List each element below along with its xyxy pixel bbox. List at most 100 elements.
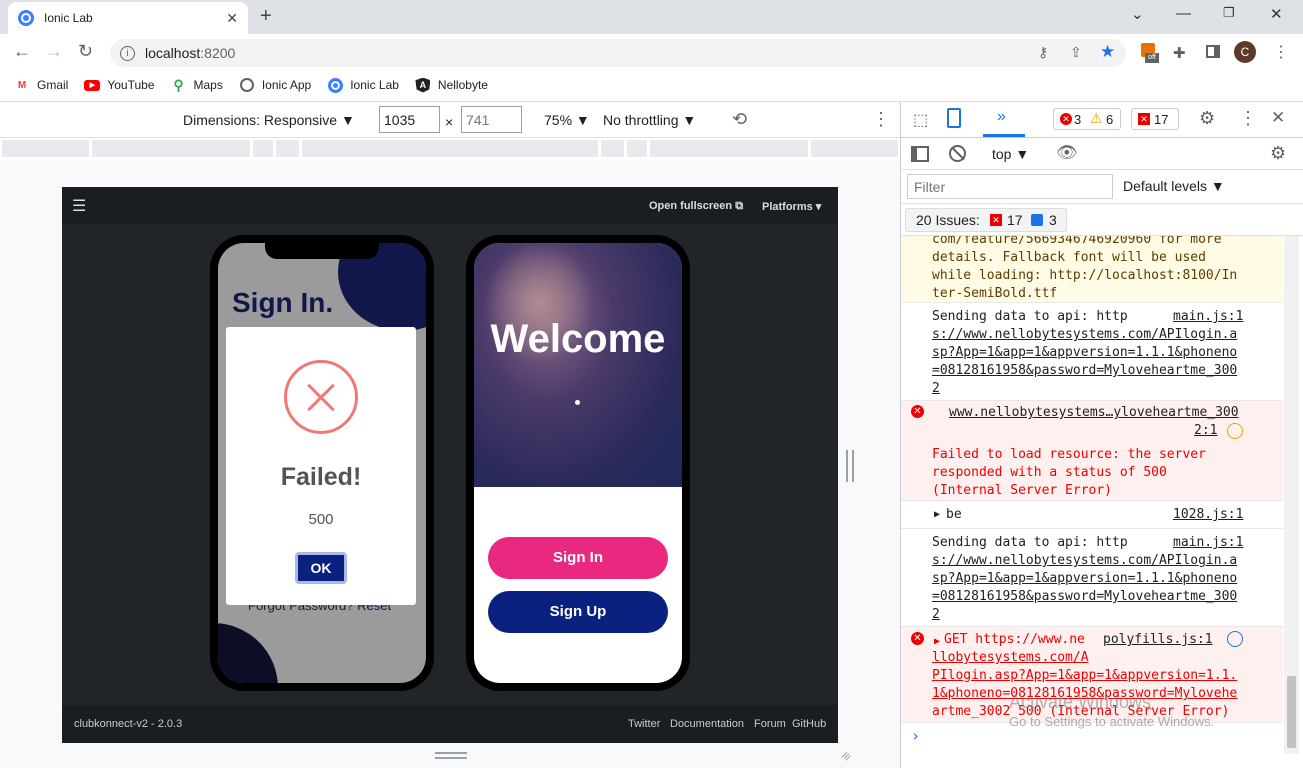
message-line[interactable]: s://www.nellobytesystems.com/APIlogin.a (932, 326, 1237, 344)
message-line[interactable]: sp?App=1&app=1&appversion=1.1.1&phoneno (932, 570, 1237, 588)
issues-label: 20 Issues: (916, 212, 980, 228)
forward-icon[interactable]: → (45, 41, 63, 62)
footer-link-github[interactable]: GitHub (792, 718, 826, 730)
share-icon[interactable]: ⇪ (1070, 44, 1082, 61)
console-scrollbar[interactable] (1284, 236, 1299, 754)
message-line[interactable]: sp?App=1&app=1&appversion=1.1.1&phoneno (932, 344, 1237, 362)
log-levels-select[interactable]: Default levels ▼ (1123, 178, 1225, 194)
ruler-segment[interactable] (92, 140, 250, 157)
address-bar[interactable]: i localhost:8200 ⚷ ⇪ ★ (110, 39, 1126, 67)
ruler-segment[interactable] (2, 140, 89, 157)
resize-handle-bottom[interactable] (435, 752, 467, 759)
ruler-segment[interactable] (627, 140, 647, 157)
filter-input[interactable] (907, 174, 1113, 199)
throttling-select[interactable]: No throttling ▼ (603, 112, 696, 128)
menu-kebab-icon[interactable]: ⋮ (1273, 42, 1289, 62)
close-tab-icon[interactable]: ✕ (226, 10, 238, 27)
message-line[interactable]: GET https://www.ne (944, 631, 1085, 649)
issues-badge[interactable]: ✕ 17 (1131, 108, 1179, 130)
tab-search-icon[interactable]: ⌄ (1131, 5, 1144, 23)
url-host: localhost (145, 45, 201, 61)
message-source-link[interactable]: 1028.js:1 (1173, 506, 1243, 524)
bookmark-gmail[interactable]: M Gmail (14, 77, 69, 93)
message-line[interactable]: 2:1 (1194, 422, 1217, 440)
reload-icon[interactable]: ↻ (78, 41, 93, 62)
dimensions-select[interactable]: Dimensions: Responsive ▼ (183, 112, 355, 128)
network-request-icon[interactable] (1227, 423, 1243, 439)
hamburger-icon[interactable]: ☰ (72, 196, 86, 216)
message-line[interactable]: =08128161958&password=Myloveheartme_300 (932, 362, 1237, 380)
context-select[interactable]: top ▼ (992, 146, 1029, 162)
issues-error-icon: ✕ (1138, 113, 1150, 125)
issues-button[interactable]: 20 Issues: ✕ 17 3 (905, 208, 1067, 232)
devtools-menu-icon[interactable]: ⋮ (1239, 108, 1257, 129)
media-query-ruler[interactable] (0, 138, 900, 160)
bookmark-youtube[interactable]: ▶ YouTube (84, 77, 155, 93)
sign-in-button[interactable]: Sign In (488, 537, 668, 579)
settings-gear-icon[interactable]: ⚙ (1199, 108, 1215, 129)
ruler-segment[interactable] (811, 140, 898, 157)
height-input[interactable] (461, 106, 522, 133)
network-request-icon[interactable] (1227, 631, 1243, 647)
message-line[interactable]: www.nellobytesystems…yloveheartme_300 (949, 404, 1239, 422)
minimize-icon[interactable]: — (1176, 5, 1191, 22)
more-tabs-icon[interactable]: » (997, 108, 1006, 126)
footer-link-forum[interactable]: Forum (754, 718, 786, 730)
bookmark-ionic-lab[interactable]: Ionic Lab (327, 77, 399, 93)
scrollbar-thumb[interactable] (1287, 676, 1296, 748)
new-tab-icon[interactable]: + (260, 5, 272, 28)
extension-icon[interactable]: off (1141, 43, 1159, 63)
bookmark-star-icon[interactable]: ★ (1100, 42, 1115, 62)
message-line[interactable]: =08128161958&password=Myloveheartme_300 (932, 588, 1237, 606)
bookmark-ionic-app[interactable]: Ionic App (239, 77, 311, 93)
zoom-select[interactable]: 75% ▼ (544, 112, 590, 128)
device-toolbar: Dimensions: Responsive ▼ × 75% ▼ No thro… (0, 102, 900, 138)
back-icon[interactable]: ← (13, 41, 31, 62)
message-source-link[interactable]: polyfills.js:1 (1103, 631, 1213, 649)
message-line[interactable]: s://www.nellobytesystems.com/APIlogin.a (932, 552, 1237, 570)
console-settings-icon[interactable]: ⚙ (1270, 143, 1286, 164)
expand-triangle-icon[interactable]: ▶ (934, 506, 940, 524)
sign-up-button[interactable]: Sign Up (488, 591, 668, 633)
console-message-log: ▶ be 1028.js:1 (901, 500, 1283, 528)
ok-button[interactable]: OK (295, 552, 347, 584)
console-counts-badge[interactable]: ✕ 3 ⚠ 6 (1053, 108, 1121, 130)
bookmark-nellobyte[interactable]: A Nellobyte (415, 77, 488, 93)
extensions-puzzle-icon[interactable]: ✚ (1173, 44, 1186, 62)
message-source-link[interactable]: main.js:1 (1173, 534, 1243, 552)
ruler-segment[interactable] (276, 140, 299, 157)
extension-badge: off (1145, 53, 1159, 63)
bookmark-maps[interactable]: ⚲ Maps (171, 77, 222, 93)
message-line[interactable]: 2 (932, 380, 940, 398)
sidebar-toggle-icon[interactable] (911, 146, 929, 162)
clear-console-icon[interactable] (949, 145, 966, 162)
device-options-icon[interactable]: ⋮ (872, 109, 890, 130)
inspect-element-icon[interactable]: ⬚ (913, 110, 928, 130)
ruler-segment[interactable] (650, 140, 808, 157)
key-icon[interactable]: ⚷ (1038, 44, 1048, 61)
restore-icon[interactable]: ❐ (1223, 5, 1235, 21)
message-line[interactable]: llobytesystems.com/A (932, 649, 1089, 667)
close-devtools-icon[interactable]: ✕ (1271, 108, 1285, 128)
open-fullscreen-link[interactable]: Open fullscreen ⧉ (649, 200, 743, 213)
footer-link-documentation[interactable]: Documentation (670, 718, 744, 730)
ruler-segment[interactable] (302, 140, 598, 157)
platforms-dropdown[interactable]: Platforms ▾ (762, 200, 821, 213)
close-window-icon[interactable]: ✕ (1270, 5, 1283, 23)
message-source-link[interactable]: main.js:1 (1173, 308, 1243, 326)
message-line[interactable]: 2 (932, 606, 940, 624)
ruler-segment[interactable] (601, 140, 624, 157)
ruler-segment[interactable] (253, 140, 273, 157)
live-expression-eye-icon[interactable]: 👁︎ (1056, 143, 1078, 163)
rotate-icon[interactable]: ⟲ (732, 109, 747, 130)
device-toggle-icon[interactable] (947, 108, 961, 128)
footer-link-twitter[interactable]: Twitter (628, 718, 660, 730)
side-panel-icon[interactable] (1206, 45, 1220, 58)
avatar[interactable]: C (1234, 41, 1256, 63)
slide-indicator-dot[interactable] (575, 400, 580, 405)
site-info-icon[interactable]: i (120, 45, 135, 61)
message-line[interactable]: PIlogin.asp?App=1&app=1&appversion=1.1. (932, 667, 1237, 685)
resize-handle-right[interactable] (846, 450, 854, 482)
width-input[interactable] (379, 106, 440, 133)
browser-tab[interactable]: Ionic Lab ✕ (8, 2, 248, 34)
